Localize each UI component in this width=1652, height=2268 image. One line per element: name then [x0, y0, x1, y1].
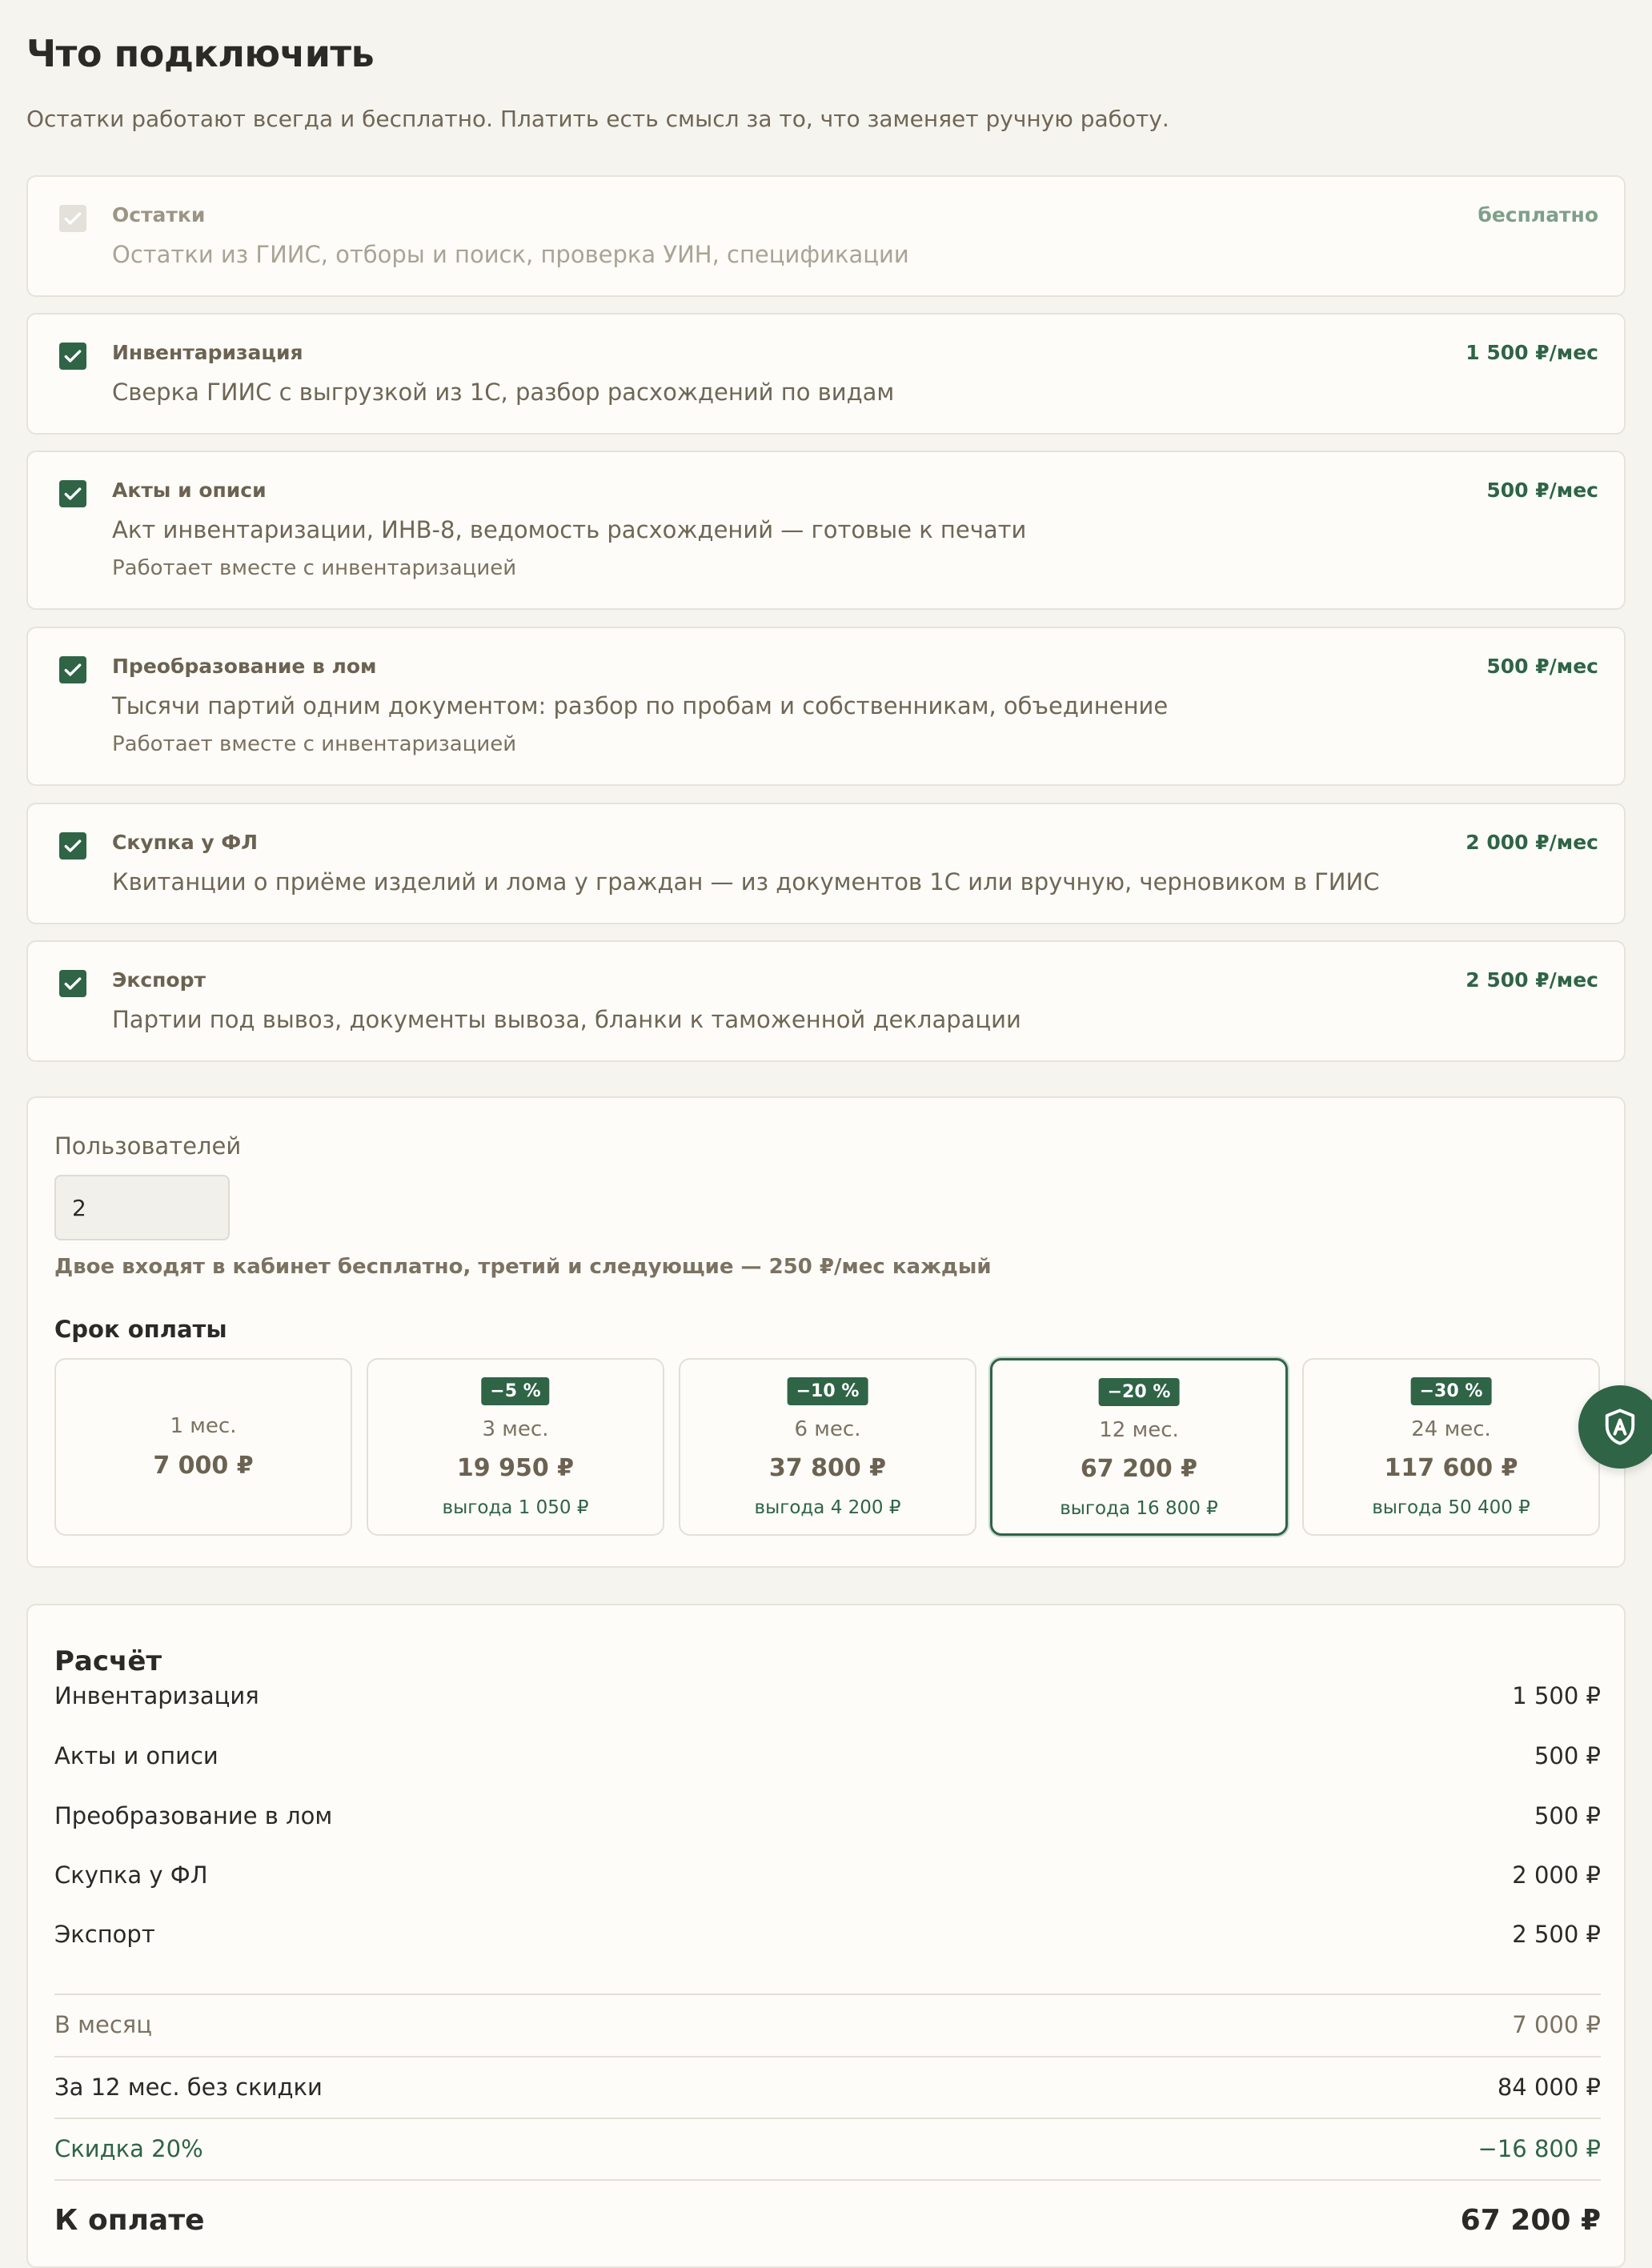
users-count-input[interactable]	[54, 1175, 230, 1240]
term-option-24m[interactable]: −30 % 24 мес. 117 600 ₽ выгода 50 400 ₽	[1302, 1358, 1600, 1536]
check-icon	[64, 350, 82, 363]
term-total: 37 800 ₽	[768, 1454, 887, 1482]
users-label: Пользователей	[54, 1132, 242, 1160]
term-option-12m[interactable]: −20 % 12 мес. 67 200 ₽ выгода 16 800 ₽	[990, 1358, 1288, 1536]
option-card-acts[interactable]: Акты и описи 500 ₽/мес Акт инвентаризаци…	[26, 451, 1626, 610]
settings-card: Пользователей Двое входят в кабинет бесп…	[26, 1096, 1626, 1568]
calc-row-label: В месяц	[54, 2011, 152, 2038]
option-desc: Квитанции о приёме изделий и лома у граж…	[112, 868, 1380, 896]
calc-row: Инвентаризация 1 500 ₽	[54, 1665, 1601, 1725]
calc-row-label: Скупка у ФЛ	[54, 1861, 208, 1889]
option-price: 500 ₽/мес	[1486, 479, 1598, 502]
term-months: 3 мес.	[482, 1417, 549, 1441]
check-icon	[64, 663, 82, 676]
option-desc: Остатки из ГИИС, отборы и поиск, проверк…	[112, 241, 909, 268]
page-title: Что подключить	[26, 32, 375, 75]
calc-row-value: 7 000 ₽	[1512, 2011, 1601, 2038]
option-name: Преобразование в лом	[112, 655, 377, 678]
shield-a-icon	[1605, 1408, 1635, 1445]
term-months: 12 мес.	[1099, 1418, 1179, 1442]
checkbox-ostatki	[59, 205, 86, 232]
calc-row-value: 500 ₽	[1534, 1801, 1601, 1829]
option-price: 1 500 ₽/мес	[1466, 341, 1598, 364]
calc-row-label: Акты и описи	[54, 1741, 219, 1769]
checkbox-export[interactable]	[59, 970, 86, 997]
option-price: 2 000 ₽/мес	[1466, 831, 1598, 854]
calc-row: Акты и описи 500 ₽	[54, 1725, 1601, 1785]
term-total: 19 950 ₽	[456, 1454, 575, 1482]
term-label: Срок оплаты	[54, 1316, 227, 1343]
calc-row-label: За 12 мес. без скидки	[54, 2074, 323, 2101]
option-name: Экспорт	[112, 968, 206, 992]
option-price: 2 500 ₽/мес	[1466, 968, 1598, 992]
option-name: Остатки	[112, 203, 206, 226]
calc-row: Экспорт 2 500 ₽	[54, 1904, 1601, 1964]
option-desc: Тысячи партий одним документом: разбор п…	[112, 692, 1169, 719]
term-option-6m[interactable]: −10 % 6 мес. 37 800 ₽ выгода 4 200 ₽	[679, 1358, 976, 1536]
term-total: 67 200 ₽	[1080, 1455, 1198, 1483]
calc-row: Скупка у ФЛ 2 000 ₽	[54, 1845, 1601, 1905]
checkbox-inventory[interactable]	[59, 343, 86, 370]
calc-row-value: 2 500 ₽	[1512, 1920, 1601, 1948]
calc-row-label: Инвентаризация	[54, 1681, 259, 1709]
term-saving: выгода 1 050 ₽	[442, 1497, 589, 1518]
calc-row-value: 1 500 ₽	[1512, 1681, 1601, 1709]
users-hint: Двое входят в кабинет бесплатно, третий …	[54, 1255, 992, 1279]
checkbox-acts[interactable]	[59, 480, 86, 507]
option-name: Скупка у ФЛ	[112, 831, 258, 854]
calc-row-value: 500 ₽	[1534, 1741, 1601, 1769]
discount-badge: −20 %	[1098, 1378, 1180, 1406]
option-name: Инвентаризация	[112, 341, 303, 364]
option-card-export[interactable]: Экспорт 2 500 ₽/мес Партии под вывоз, до…	[26, 940, 1626, 1062]
option-desc: Сверка ГИИС с выгрузкой из 1С, разбор ра…	[112, 379, 895, 406]
check-icon	[64, 977, 82, 990]
option-card-ostatki: Остатки бесплатно Остатки из ГИИС, отбор…	[26, 175, 1626, 297]
option-card-buyback[interactable]: Скупка у ФЛ 2 000 ₽/мес Квитанции о приё…	[26, 803, 1626, 924]
calc-row-label: Скидка 20%	[54, 2135, 203, 2162]
option-desc: Партии под вывоз, документы вывоза, блан…	[112, 1006, 1021, 1033]
option-name: Акты и описи	[112, 479, 267, 502]
calc-total-label: К оплате	[54, 2203, 205, 2237]
term-option-1m[interactable]: 1 мес. 7 000 ₽	[54, 1358, 352, 1536]
calc-monthly-row: В месяц 7 000 ₽	[54, 1994, 1601, 2054]
option-card-scrap[interactable]: Преобразование в лом 500 ₽/мес Тысячи па…	[26, 627, 1626, 786]
term-total: 117 600 ₽	[1384, 1454, 1518, 1482]
calc-row: Преобразование в лом 500 ₽	[54, 1785, 1601, 1845]
checkbox-scrap[interactable]	[59, 656, 86, 683]
term-months: 6 мес.	[794, 1417, 861, 1441]
term-months: 24 мес.	[1411, 1417, 1491, 1441]
calc-row-value: 84 000 ₽	[1497, 2074, 1601, 2101]
term-option-3m[interactable]: −5 % 3 мес. 19 950 ₽ выгода 1 050 ₽	[367, 1358, 664, 1536]
option-note: Работает вместе с инвентаризацией	[112, 556, 517, 580]
option-desc: Акт инвентаризации, ИНВ-8, ведомость рас…	[112, 516, 1027, 543]
calc-total-row: К оплате 67 200 ₽	[54, 2179, 1601, 2259]
calc-row-value: 2 000 ₽	[1512, 1861, 1601, 1889]
check-icon	[64, 839, 82, 852]
term-saving: выгода 16 800 ₽	[1060, 1498, 1218, 1519]
term-total: 7 000 ₽	[153, 1452, 254, 1480]
term-months: 1 мес.	[170, 1414, 237, 1438]
calc-row-label: Преобразование в лом	[54, 1801, 333, 1829]
calc-discount-row: Скидка 20% −16 800 ₽	[54, 2118, 1601, 2178]
discount-badge: −30 %	[1410, 1377, 1492, 1405]
checkbox-buyback[interactable]	[59, 832, 86, 860]
calc-row-label: Экспорт	[54, 1920, 155, 1948]
term-saving: выгода 50 400 ₽	[1372, 1497, 1530, 1518]
term-saving: выгода 4 200 ₽	[754, 1497, 901, 1518]
discount-badge: −10 %	[787, 1377, 868, 1405]
option-note: Работает вместе с инвентаризацией	[112, 732, 517, 756]
calculation-card: Расчёт Инвентаризация 1 500 ₽ Акты и опи…	[26, 1604, 1626, 2268]
option-card-inventory[interactable]: Инвентаризация 1 500 ₽/мес Сверка ГИИС с…	[26, 313, 1626, 435]
calc-row-value: −16 800 ₽	[1478, 2135, 1601, 2162]
calc-total-value: 67 200 ₽	[1460, 2203, 1601, 2237]
check-icon	[64, 212, 82, 225]
option-price: 500 ₽/мес	[1486, 655, 1598, 678]
option-price: бесплатно	[1478, 203, 1598, 226]
check-icon	[64, 487, 82, 500]
discount-badge: −5 %	[481, 1377, 550, 1405]
page-subtitle: Остатки работают всегда и бесплатно. Пла…	[26, 106, 1169, 132]
calc-no-discount-row: За 12 мес. без скидки 84 000 ₽	[54, 2056, 1601, 2117]
